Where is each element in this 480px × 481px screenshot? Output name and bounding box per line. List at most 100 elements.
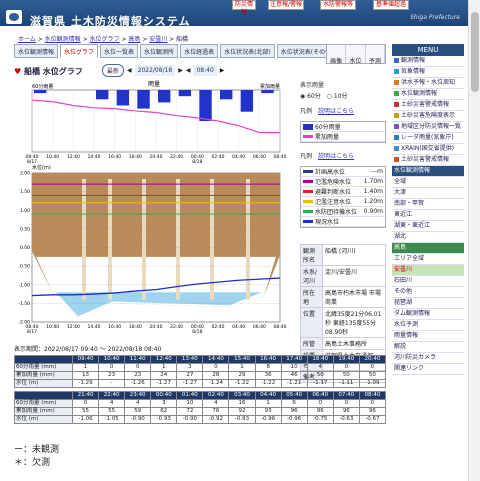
top-button-1[interactable]: 防災情報 [232, 0, 256, 16]
scrollbar[interactable] [468, 0, 480, 481]
time-header: 14:40 [202, 355, 230, 364]
tab-level-info[interactable]: 水位観測情報 [14, 44, 59, 58]
tab-stations[interactable]: 水位観測所 [140, 44, 179, 58]
note-unobserved: ー：未観測 [14, 445, 60, 455]
next-time-icon[interactable]: ▶ [220, 67, 225, 74]
side-item-label: 洪水予報・水位周知 [401, 79, 456, 86]
side-item[interactable]: 水位予測 [392, 320, 464, 331]
next-arrow-icon[interactable]: ▶ [178, 67, 183, 74]
time-header: 20:40 [358, 355, 387, 364]
side-item[interactable]: 洪水予報・水位周知 [392, 78, 464, 89]
level-legend-item: 計画高水位 ---m [301, 167, 385, 177]
side-item[interactable]: 河川防災カメラ [392, 353, 464, 364]
tab-status-north[interactable]: 水位状況表(北部) [220, 44, 275, 58]
legend-label: 水防団待機水位 [315, 209, 358, 216]
legend-help-link-2[interactable]: 説明はこちら [318, 153, 354, 160]
legend-swatch [303, 135, 313, 138]
side-item[interactable]: 地域区分防災情報一覧 [392, 122, 464, 133]
side-group-item[interactable]: 南部・甲賀 [392, 199, 464, 210]
prefecture-logo [6, 10, 22, 24]
mode-image[interactable]: 画像 [327, 45, 347, 65]
mode-level[interactable]: 水位 [346, 45, 366, 65]
side-item[interactable]: 関連リンク [392, 364, 464, 375]
mode-forecast[interactable]: 予測 [366, 45, 385, 65]
table-header-row: 21:40 22:40 23:40 00:40 01:40 02:40 03:40 04:40… [14, 391, 387, 400]
table-cell: -0.90 [124, 415, 152, 424]
table-cell: 4 [124, 399, 152, 408]
table-row: 累加雨量 (mm) 55 55 59 62 72 76 92 93 96 96 96 96 [14, 407, 387, 416]
side-group-item[interactable]: 大津 [392, 188, 464, 199]
side-river-item[interactable]: 石田川 [392, 276, 464, 287]
table-cell: 59 [124, 407, 152, 416]
prev-arrow-icon[interactable]: ◀ [127, 67, 132, 74]
radio-60min[interactable]: ◉ 60分 [300, 93, 321, 100]
side-item[interactable]: 雨量情報 [392, 331, 464, 342]
time-field[interactable]: 08:40 [193, 65, 217, 76]
table-cell: 16 [228, 399, 256, 408]
bc-home[interactable]: ホーム [18, 36, 36, 43]
table-cell: 50 [358, 371, 387, 380]
radio-10min[interactable]: ○ 10分 [327, 93, 348, 100]
bc-river[interactable]: 安曇川 [149, 36, 167, 43]
side-river-item[interactable]: その他 [392, 287, 464, 298]
legend-help-link-1[interactable]: 説明はこちら [318, 108, 354, 115]
side-group-item[interactable]: 湖北 [392, 232, 464, 243]
bc-area[interactable]: 高島 [128, 36, 140, 43]
table-cell: 10 [280, 363, 308, 372]
date-field[interactable]: 2022/08/18 [134, 65, 176, 76]
side-item[interactable]: 観測情報 [392, 56, 464, 67]
table-cell: 76 [202, 407, 230, 416]
info-row: 所在地 高島市朽木市場 市場商業 [300, 286, 386, 308]
legend-label: 累加雨量 [315, 134, 340, 141]
legend-label: 計画高水位 [315, 169, 346, 176]
table-cell: 24 [150, 371, 178, 380]
side-item[interactable]: 解説 [392, 342, 464, 353]
scroll-thumb[interactable] [471, 12, 479, 92]
legend-value: 0.90m [363, 208, 383, 215]
side-submenu-title[interactable]: 水位観測情報 [392, 166, 464, 177]
side-item[interactable]: レーダ雨量(気象庁) [392, 133, 464, 144]
table-cell: 1 [150, 363, 178, 372]
table-cell: 50 [332, 371, 360, 380]
table-cell: -1.22 [228, 379, 256, 388]
tab-level-list[interactable]: 水位一覧表 [100, 44, 139, 58]
level-x-date: 8/17 [27, 329, 37, 335]
tab-progress[interactable]: 水位経過表 [180, 44, 219, 58]
prev-time-icon[interactable]: ◀ [186, 67, 191, 74]
table-row: 水位 (m) -1.29- -1.26 -1.27 -1.27 -1.24 -1.22 -1.… [14, 379, 387, 388]
top-button-2[interactable]: 注意報/警報 [268, 0, 304, 10]
latest-button[interactable]: 最新 [102, 64, 125, 77]
level-legend-item: 現況水位 [301, 217, 385, 227]
bullet-icon [394, 157, 399, 162]
side-group-item[interactable]: 東近江 [392, 210, 464, 221]
side-item[interactable]: 土砂災害警戒情報 [392, 155, 464, 166]
bridge-pier [108, 179, 112, 300]
side-river-item[interactable]: 安曇川 [392, 265, 464, 276]
app-title: 滋賀県 土木防災情報システム [30, 15, 191, 28]
side-item[interactable]: XRAIN(国交省提供) [392, 144, 464, 155]
top-button-4[interactable]: 基準値超過 [373, 0, 409, 10]
rain-bar [261, 90, 274, 94]
corner-cell [14, 355, 73, 364]
table-cell: -1.24 [202, 379, 230, 388]
side-group-item[interactable]: 高島 [392, 243, 464, 254]
top-button-3[interactable]: 水防警報等 [320, 0, 356, 10]
side-item[interactable]: 土砂災害警戒情報 [392, 100, 464, 111]
bridge-pier [210, 179, 214, 300]
bc-level-info[interactable]: 水位観測情報 [45, 36, 81, 43]
table-cell: -1.11 [332, 379, 360, 388]
level-y-tick: -0.50 [18, 264, 30, 270]
side-item[interactable]: ダム観測情報 [392, 309, 464, 320]
bc-level-graph[interactable]: 水位グラフ [90, 36, 120, 43]
table-cell: 55 [71, 407, 100, 416]
level-x-date: 8/18 [192, 329, 202, 335]
side-item[interactable]: 土砂災害危険度表示 [392, 111, 464, 122]
side-item[interactable]: 気象情報 [392, 67, 464, 78]
table-cell: 1 [71, 363, 100, 372]
side-river-item[interactable]: エリア全域 [392, 254, 464, 265]
side-group-item[interactable]: 湖東・東近江 [392, 221, 464, 232]
tab-level-graph[interactable]: 水位グラフ [60, 44, 99, 58]
side-item[interactable]: 琵琶湖 [392, 298, 464, 309]
side-group-item[interactable]: 全域 [392, 177, 464, 188]
side-item[interactable]: 水位観測情報 [392, 89, 464, 100]
